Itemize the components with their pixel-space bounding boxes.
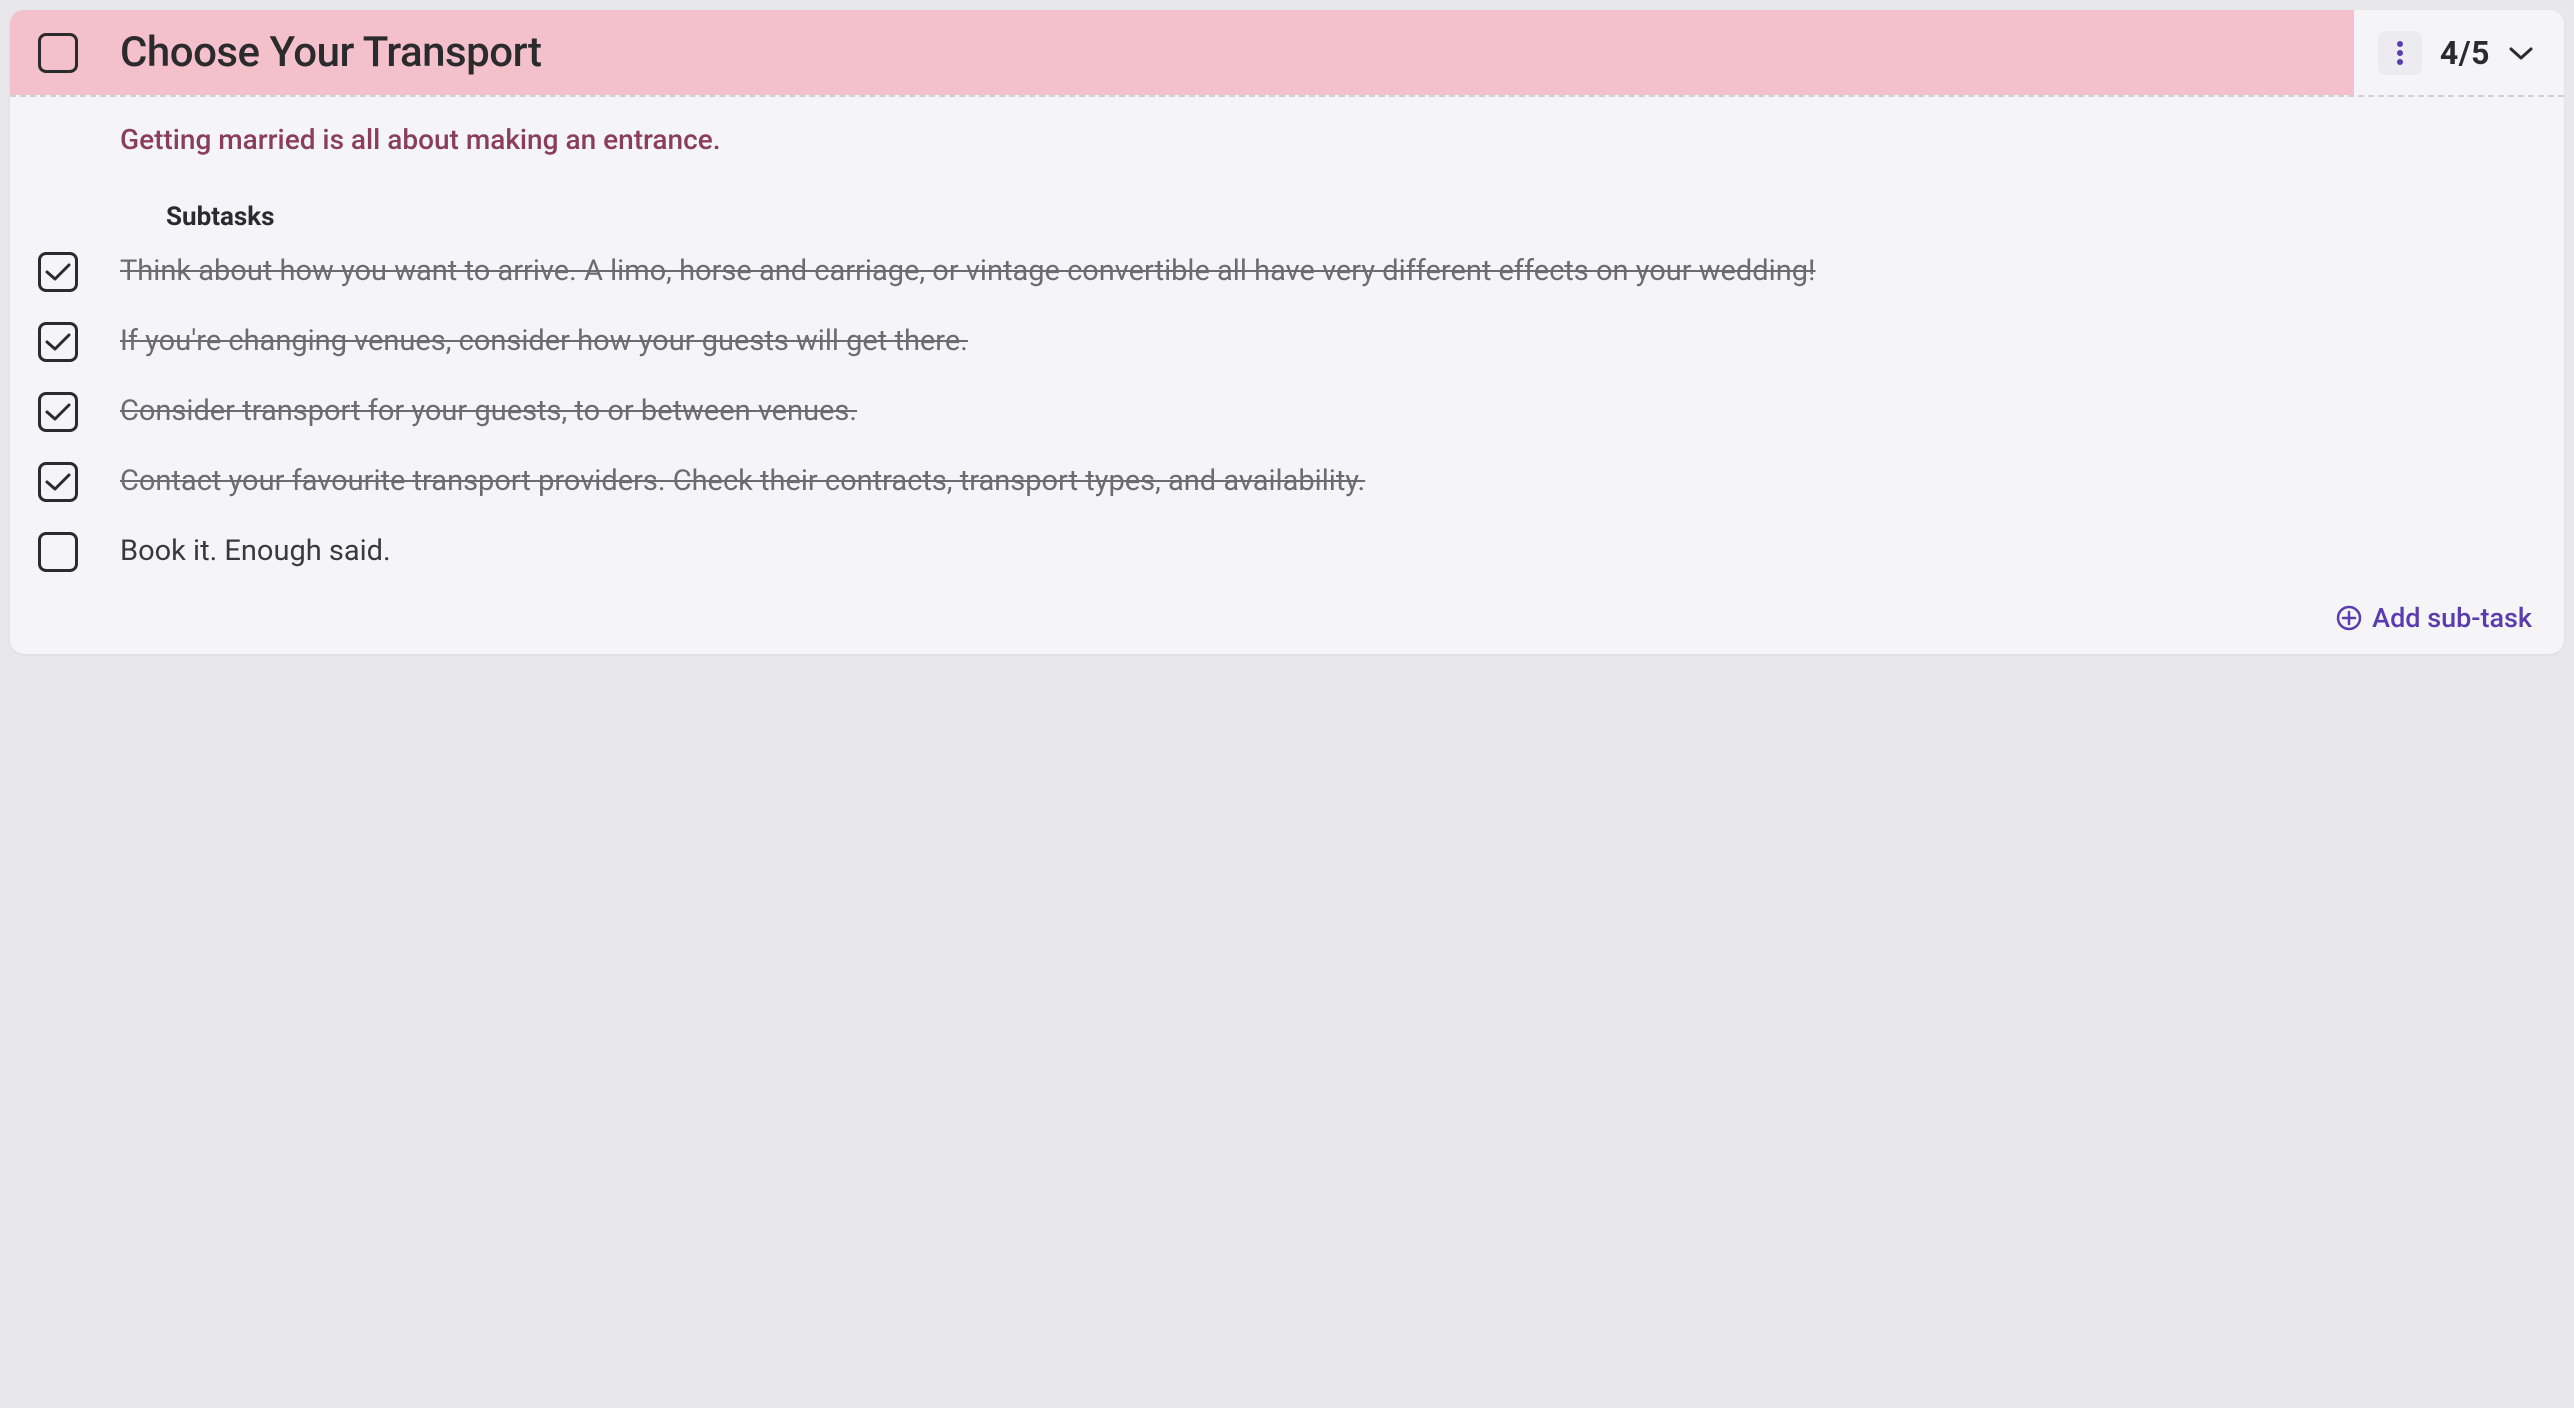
subtask-text[interactable]: Book it. Enough said. [120, 530, 2536, 572]
subtask-checkbox[interactable] [38, 252, 78, 292]
task-header: Choose Your Transport 4/5 [10, 10, 2564, 95]
subtask-row: If you're changing venues, consider how … [38, 320, 2536, 362]
subtask-checkbox[interactable] [38, 462, 78, 502]
subtask-text[interactable]: Contact your favourite transport provide… [120, 460, 2536, 502]
subtask-list: Think about how you want to arrive. A li… [38, 250, 2536, 572]
subtask-row: Think about how you want to arrive. A li… [38, 250, 2536, 292]
header-main: Choose Your Transport [10, 10, 2354, 95]
check-icon [44, 331, 72, 353]
header-aside: 4/5 [2354, 10, 2564, 95]
add-subtask-label: Add sub-task [2372, 602, 2532, 634]
plus-circle-icon [2336, 605, 2362, 631]
chevron-down-icon[interactable] [2508, 45, 2534, 61]
subtask-row: Consider transport for your guests, to o… [38, 390, 2536, 432]
check-icon [44, 261, 72, 283]
subtask-checkbox[interactable] [38, 392, 78, 432]
subtask-row: Contact your favourite transport provide… [38, 460, 2536, 502]
task-card: Choose Your Transport 4/5 Getting marrie… [10, 10, 2564, 654]
task-checkbox[interactable] [38, 33, 78, 73]
subtask-text[interactable]: Think about how you want to arrive. A li… [120, 250, 2536, 292]
task-description: Getting married is all about making an e… [120, 123, 2536, 156]
subtask-text[interactable]: If you're changing venues, consider how … [120, 320, 2536, 362]
check-icon [44, 401, 72, 423]
more-options-button[interactable] [2378, 31, 2422, 75]
subtask-checkbox[interactable] [38, 532, 78, 572]
progress-counter: 4/5 [2440, 34, 2490, 72]
task-title: Choose Your Transport [120, 28, 541, 77]
add-subtask-button[interactable]: Add sub-task [38, 602, 2536, 634]
more-vertical-icon [2396, 40, 2404, 66]
subtask-checkbox[interactable] [38, 322, 78, 362]
task-body: Getting married is all about making an e… [10, 97, 2564, 654]
check-icon [44, 471, 72, 493]
subtasks-heading: Subtasks [166, 202, 2536, 232]
header-border: Choose Your Transport 4/5 [10, 10, 2564, 97]
subtask-text[interactable]: Consider transport for your guests, to o… [120, 390, 2536, 432]
subtask-row: Book it. Enough said. [38, 530, 2536, 572]
